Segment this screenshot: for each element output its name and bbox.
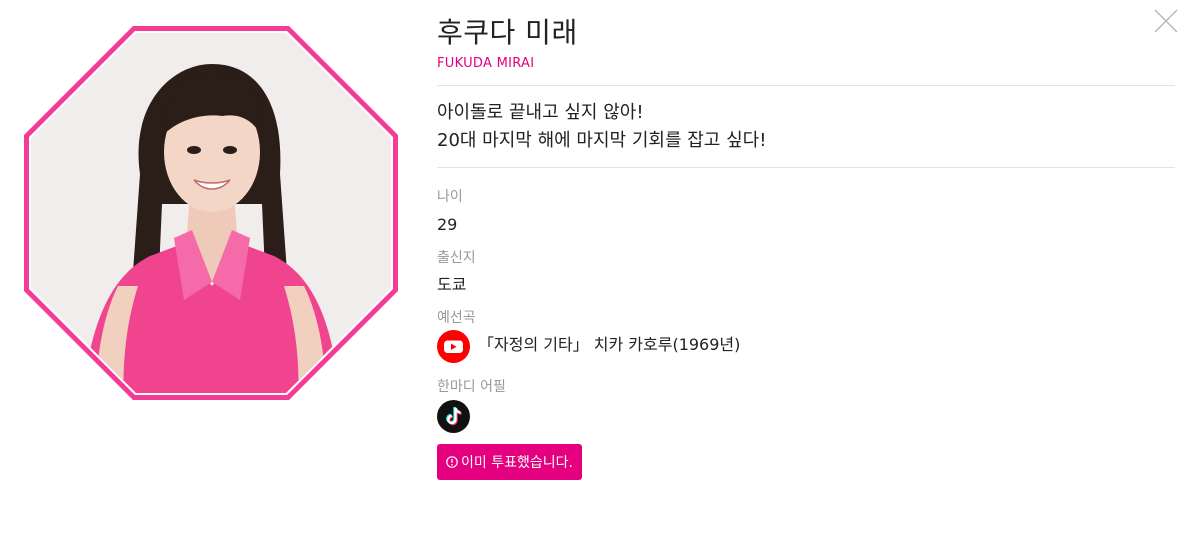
- catchphrase-line-1: 아이돌로 끝내고 싶지 않아!: [437, 102, 644, 123]
- song-row: 「자정의 기타」 치카 카호루(1969년): [437, 329, 1175, 363]
- song-label: 예선곡: [437, 310, 476, 326]
- origin-value: 도쿄: [437, 275, 467, 294]
- divider: [437, 85, 1175, 86]
- catchphrase: 아이돌로 끝내고 싶지 않아! 20대 마지막 해에 마지막 기회를 잡고 싶다…: [437, 99, 1175, 155]
- profile-name-en: FUKUDA MIRAI: [437, 56, 535, 71]
- profile-photo: [22, 24, 400, 402]
- origin-label: 출신지: [437, 250, 476, 266]
- divider: [437, 167, 1175, 168]
- vote-button-label: 이미 투표했습니다.: [461, 455, 573, 471]
- age-label: 나이: [437, 189, 463, 205]
- appeal-label: 한마디 어필: [437, 379, 506, 395]
- youtube-icon[interactable]: [437, 329, 470, 363]
- info-icon: [446, 456, 458, 468]
- profile-info: 후쿠다 미래 FUKUDA MIRAI 아이돌로 끝내고 싶지 않아! 20대 …: [437, 14, 1175, 480]
- profile-name: 후쿠다 미래: [437, 16, 578, 49]
- song-value: 「자정의 기타」 치카 카호루(1969년): [478, 335, 741, 354]
- vote-button[interactable]: 이미 투표했습니다.: [437, 444, 582, 480]
- tiktok-icon[interactable]: [437, 400, 470, 433]
- catchphrase-line-2: 20대 마지막 해에 마지막 기회를 잡고 싶다!: [437, 130, 767, 151]
- age-value: 29: [437, 215, 458, 234]
- profile-modal: 후쿠다 미래 FUKUDA MIRAI 아이돌로 끝내고 싶지 않아! 20대 …: [0, 0, 1187, 540]
